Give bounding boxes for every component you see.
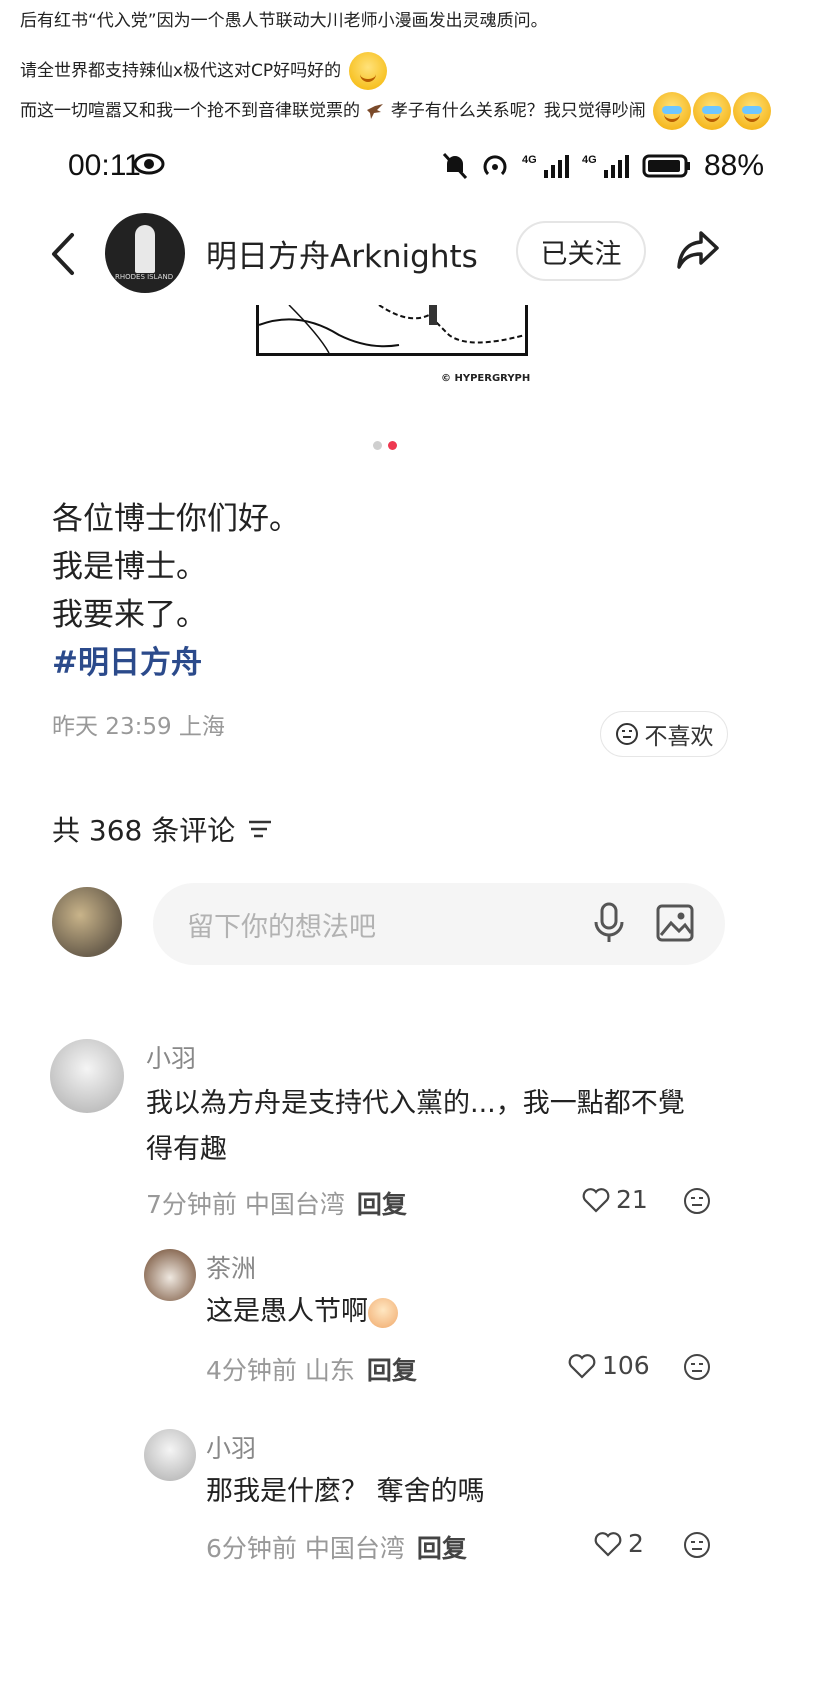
eye-icon (133, 153, 165, 175)
signal-icon: 4G (522, 154, 569, 178)
status-bar: 00:11 4G 4G 88% (20, 135, 818, 205)
reply-button[interactable]: 回复 (417, 1534, 467, 1563)
comment-time-location: 6分钟前 中国台湾 (206, 1534, 405, 1563)
commenter-avatar[interactable] (50, 1039, 124, 1113)
comment-input-placeholder: 留下你的想法吧 (187, 912, 376, 943)
smile-emoji-icon (348, 52, 387, 90)
post-header: 明日方舟Arknights 已关注 (20, 213, 818, 303)
post-line-1: 各位博士你们好。 (52, 501, 300, 537)
dislike-button[interactable]: 不喜欢 (600, 711, 728, 757)
commenter-avatar[interactable] (144, 1249, 196, 1301)
account-avatar[interactable] (105, 213, 185, 293)
neutral-face-icon (615, 723, 638, 745)
post-meta: 昨天 23:59 上海 (52, 714, 225, 740)
dislike-face-icon[interactable] (683, 1531, 711, 1559)
heart-icon (582, 1187, 610, 1213)
phone-screenshot: 00:11 4G 4G 88% RHODES ISLAND 明日方舟Arknig… (20, 135, 818, 1683)
signal-icon-2: 4G (582, 154, 629, 178)
hotspot-icon (483, 155, 507, 176)
copyright-label: © HYPERGRYPH (441, 373, 531, 384)
comment-meta: 6分钟前 中国台湾 回复 (206, 1529, 467, 1565)
like-button[interactable]: 2 (594, 1529, 644, 1558)
status-time: 00:11 (68, 149, 141, 182)
comment-meta: 7分钟前 中国台湾 回复 (146, 1185, 407, 1221)
like-count: 106 (602, 1351, 650, 1380)
comment-meta: 4分钟前 山东 回复 (206, 1351, 417, 1387)
post-line-3: 我要来了。 (52, 597, 207, 633)
heart-icon (568, 1353, 596, 1379)
share-icon[interactable] (675, 227, 721, 273)
follow-button[interactable]: 已关注 (516, 221, 646, 281)
dislike-face-icon[interactable] (683, 1187, 711, 1215)
comment-item: 小羽 我以為方舟是支持代入黨的...，我一點都不覺 得有趣 7分钟前 中国台湾回… (20, 1035, 818, 1235)
my-avatar[interactable] (52, 887, 122, 957)
battery-icon (642, 154, 690, 178)
status-right: 4G 4G 88% (442, 149, 764, 183)
carousel-dot[interactable] (373, 441, 382, 450)
signal-network-label-2: 4G (582, 154, 597, 166)
crying-emoji-icon (693, 92, 732, 130)
dislike-face-icon[interactable] (683, 1353, 711, 1381)
comic-drawing (259, 305, 525, 353)
comment-text: 我以為方舟是支持代入黨的...，我一點都不覺 得有趣 (146, 1081, 685, 1173)
dislike-label: 不喜欢 (644, 724, 714, 750)
comment-text: 那我是什麼？ 奪舍的嗎 (206, 1476, 485, 1507)
like-button[interactable]: 106 (568, 1351, 650, 1380)
reply-button[interactable]: 回复 (367, 1356, 417, 1385)
sort-icon[interactable] (247, 818, 273, 840)
crying-emoji-icon (733, 92, 772, 130)
caption-line-3-text-a: 而这一切喧嚣又和我一个抢不到音律联觉票的 (20, 101, 360, 121)
commenter-avatar[interactable] (144, 1429, 196, 1481)
comment-time-location: 7分钟前 中国台湾 (146, 1190, 345, 1219)
comment-text-line-2: 得有趣 (146, 1134, 227, 1165)
like-button[interactable]: 21 (582, 1185, 648, 1214)
reply-item: 小羽 那我是什麼？ 奪舍的嗎 6分钟前 中国台湾 回复 2 (20, 1425, 818, 1585)
commenter-name[interactable]: 小羽 (206, 1429, 256, 1465)
follow-button-label: 已关注 (540, 238, 622, 270)
microphone-icon[interactable] (591, 901, 627, 945)
post-line-2: 我是博士。 (52, 549, 207, 585)
carousel-dots (373, 435, 403, 454)
mute-bell-icon (442, 152, 468, 180)
comment-time-location: 4分钟前 山东 (206, 1356, 355, 1385)
like-count: 2 (628, 1529, 644, 1558)
carousel-dot-active[interactable] (388, 441, 397, 450)
caption-line-3: 而这一切喧嚣又和我一个抢不到音律联觉票的 孝子有什么关系呢？我只觉得吵闹 (20, 92, 772, 130)
caption-line-3-text-b: 孝子有什么关系呢？我只觉得吵闹 (390, 101, 646, 121)
heart-icon (594, 1531, 622, 1557)
caption-line-2-text: 请全世界都支持辣仙x极代这对CP好吗好的 (20, 61, 342, 81)
reply-button[interactable]: 回复 (357, 1190, 407, 1219)
caption-line-2: 请全世界都支持辣仙x极代这对CP好吗好的 (20, 52, 387, 90)
image-icon[interactable] (655, 903, 695, 943)
post-hashtag[interactable]: #明日方舟 (52, 639, 300, 687)
commenter-name[interactable]: 茶洲 (206, 1249, 256, 1285)
post-body: 各位博士你们好。 我是博士。 我要来了。 #明日方舟 (52, 495, 300, 687)
comic-image-fragment[interactable] (256, 305, 528, 356)
eagle-icon (367, 104, 384, 119)
comment-text-content: 这是愚人节啊 (206, 1296, 368, 1327)
signal-network-label: 4G (522, 154, 537, 166)
back-arrow-icon[interactable] (46, 229, 80, 279)
comment-text: 这是愚人节啊 (206, 1289, 398, 1335)
battery-percent: 88% (703, 149, 764, 182)
comment-count: 共 368 条评论 (52, 814, 236, 847)
comment-count-header: 共 368 条评论 (52, 809, 273, 849)
comment-input[interactable]: 留下你的想法吧 (153, 883, 725, 965)
reply-item: 茶洲 这是愚人节啊 4分钟前 山东 回复 106 (20, 1245, 818, 1405)
comment-text-line-1: 我以為方舟是支持代入黨的...，我一點都不覺 (146, 1088, 685, 1119)
account-name[interactable]: 明日方舟Arknights (206, 231, 478, 276)
commenter-name[interactable]: 小羽 (146, 1039, 196, 1075)
crying-emoji-icon (653, 92, 692, 130)
crying-face-emoji-icon (368, 1297, 398, 1328)
like-count: 21 (616, 1185, 648, 1214)
caption-line-1: 后有红书“代入党”因为一个愚人节联动大川老师小漫画发出灵魂质问。 (20, 11, 548, 31)
